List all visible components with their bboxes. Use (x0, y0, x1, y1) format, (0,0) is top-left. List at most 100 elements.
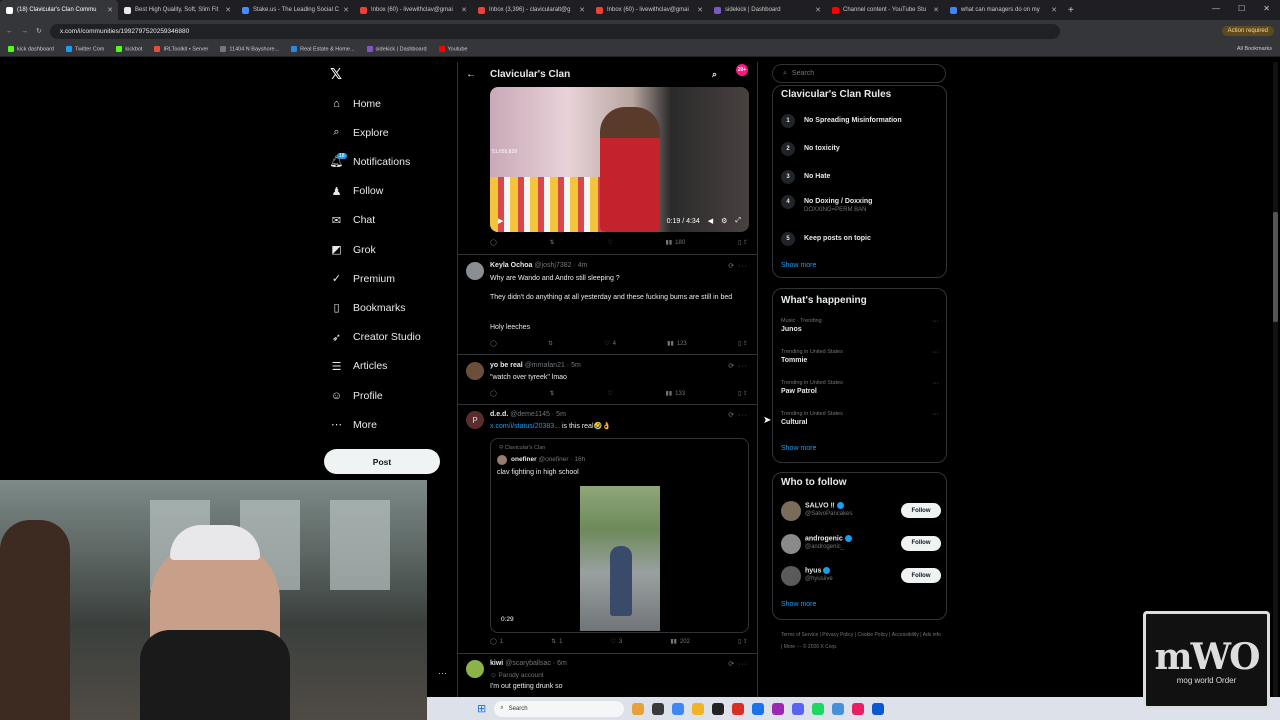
nav-item-grok[interactable]: ◩ Grok (330, 243, 375, 257)
url-field[interactable]: x.com/i/communities/1992797520259346880 (49, 23, 1060, 39)
bookmark-share-icons[interactable]: ▯ ⇪ (738, 390, 748, 397)
tab-close-icon[interactable]: ✕ (815, 6, 821, 14)
bookmark-item[interactable]: IRLToolkit • Server (154, 45, 208, 52)
nav-item-bookmarks[interactable]: ▯ Bookmarks (330, 301, 405, 315)
browser-tab[interactable]: sidekick | Dashboard ✕ (708, 0, 826, 20)
more-options-icon[interactable]: ⟳ ··· (728, 362, 748, 370)
browser-tab[interactable]: Best High Quality, Soft, Slim Fit ✕ (118, 0, 236, 20)
bookmark-item[interactable]: kickbot (116, 45, 142, 52)
app-icon[interactable] (872, 702, 885, 715)
reply-icon[interactable]: ◯ (490, 340, 497, 347)
app-icon[interactable] (732, 702, 745, 715)
x-logo-icon[interactable]: 𝕏 (330, 65, 342, 83)
bookmark-item[interactable]: sidekick | Dashboard (366, 45, 427, 52)
follow-button[interactable]: Follow (901, 535, 941, 551)
tweet[interactable]: Keyla Ochoa @joshj7382 · 4m ⟳ ··· Why are… (466, 262, 752, 352)
post-button[interactable]: Post (324, 449, 440, 474)
bookmark-item[interactable]: 11404 N Bayshore... (220, 45, 279, 52)
tweet[interactable]: P d.e.d. @deme1145 · 5m ⟳ ··· x.com/i/sta… (466, 411, 752, 435)
reply-icon[interactable]: ◯ (490, 239, 497, 246)
nav-item-explore[interactable]: ⌕ Explore (330, 126, 388, 139)
nav-item-articles[interactable]: ☰ Articles (330, 360, 388, 373)
more-options-icon[interactable]: ⟳ ··· (728, 660, 748, 668)
like-icon[interactable]: ♡ (607, 390, 612, 397)
reply-icon[interactable]: ◯ 1 (490, 638, 503, 646)
trend-item[interactable]: Trending in United States Cultural ··· (781, 411, 941, 426)
more-options-icon[interactable]: ··· (932, 380, 939, 387)
search-input[interactable]: ⌕ Search (772, 64, 946, 83)
like-icon[interactable]: ♡ 3 (611, 638, 623, 646)
more-options-icon[interactable]: ··· (932, 411, 939, 418)
trend-item[interactable]: Trending in United States Tommie ··· (781, 349, 941, 364)
tweet-link[interactable]: x.com/i/status/20383... (490, 423, 560, 430)
follow-button[interactable]: Follow (901, 503, 941, 518)
chrome-icon[interactable] (672, 702, 685, 715)
app-icon[interactable] (852, 702, 865, 715)
minimize-icon[interactable]: — (1212, 4, 1220, 13)
nav-item-premium[interactable]: ✓ Premium (330, 272, 395, 286)
folder-icon[interactable] (692, 702, 705, 715)
rule-item[interactable]: 2 No toxicity (781, 142, 840, 156)
reply-icon[interactable]: ◯ (490, 390, 497, 397)
reload-icon[interactable]: ↻ (36, 27, 42, 35)
nav-item-creator-studio[interactable]: ➶ Creator Studio (330, 331, 421, 344)
window-controls[interactable]: — ☐ ✕ (1212, 4, 1270, 13)
task-view-icon[interactable] (632, 702, 645, 715)
more-options-icon[interactable]: ⟳ ··· (728, 411, 748, 419)
more-options-icon[interactable]: ⟳ ··· (728, 262, 748, 270)
browser-tab[interactable]: Inbox (3,396) - clavicularalt@g ✕ (472, 0, 590, 20)
follow-suggestion[interactable]: androgenic @androgenic_ Follow (781, 533, 941, 556)
action-required-badge[interactable]: Action required (1221, 26, 1274, 36)
back-icon[interactable]: ← (6, 28, 13, 35)
nav-item-more[interactable]: ⋯ More (330, 418, 377, 432)
tab-close-icon[interactable]: ✕ (461, 6, 467, 14)
quote-video[interactable] (580, 486, 660, 631)
bookmark-share-icons[interactable]: ▯ ⇪ (738, 239, 748, 246)
nav-item-chat[interactable]: ✉ Chat (330, 214, 375, 227)
repost-icon[interactable]: ⇅ (548, 340, 553, 347)
follow-suggestion[interactable]: hyus @hyusiive Follow (781, 566, 941, 588)
repost-icon[interactable]: ⇅ (550, 239, 555, 246)
taskbar-search[interactable]: ⌕ Search (494, 700, 625, 717)
trends-show-more-link[interactable]: Show more (781, 445, 816, 452)
app-icon[interactable] (832, 702, 845, 715)
back-arrow-icon[interactable]: ← (466, 69, 476, 80)
more-dots-icon[interactable]: ··· (438, 668, 447, 678)
more-options-icon[interactable]: ··· (932, 349, 939, 356)
settings-icon[interactable]: ⚙ (721, 217, 727, 225)
tweet[interactable]: kiwi @scaryballsac · 6m ⟳ ··· ☺ Parody ac… (466, 660, 752, 696)
maximize-icon[interactable]: ☐ (1238, 4, 1245, 13)
bookmark-share-icons[interactable]: ▯ ⇪ (738, 638, 748, 645)
tab-close-icon[interactable]: ✕ (579, 6, 585, 14)
fullscreen-icon[interactable]: ⤢ (735, 217, 741, 225)
discord-icon[interactable] (792, 702, 805, 715)
tab-close-icon[interactable]: ✕ (933, 6, 939, 14)
more-options-icon[interactable]: ··· (932, 318, 939, 325)
play-icon[interactable]: ▶ (498, 217, 503, 225)
rule-item[interactable]: 5 Keep posts on topic (781, 232, 871, 246)
browser-tab[interactable]: (18) Clavicular's Clan Commu ✕ (0, 0, 118, 20)
rule-item[interactable]: 4 No Doxing / Doxxing DOXXING=PERM BAN (781, 195, 872, 213)
video-player[interactable]: 51,659,829 ▶ 0:19 / 4:34 ◀ ⚙ ⤢ (490, 87, 749, 232)
windows-start-icon[interactable]: ⊞ (477, 702, 486, 715)
follow-suggestion[interactable]: SALVO ‼ @SalvoPancakes Follow (781, 501, 941, 523)
bookmark-share-icons[interactable]: ▯ ⇪ (738, 340, 748, 347)
like-icon[interactable]: ♡ 4 (604, 340, 616, 348)
tab-close-icon[interactable]: ✕ (697, 6, 703, 14)
tab-close-icon[interactable]: ✕ (107, 6, 113, 14)
bookmark-item[interactable]: kick dashboard (8, 45, 54, 52)
scrollbar[interactable] (1273, 62, 1278, 697)
nav-item-home[interactable]: ⌂ Home (330, 97, 381, 110)
forward-icon[interactable]: → (21, 28, 28, 35)
rule-item[interactable]: 3 No Hate (781, 170, 830, 184)
spotify-icon[interactable] (812, 702, 825, 715)
tab-close-icon[interactable]: ✕ (225, 6, 231, 14)
trend-item[interactable]: Trending in United States Paw Patrol ··· (781, 380, 941, 395)
volume-icon[interactable]: ◀ (708, 217, 713, 225)
close-window-icon[interactable]: ✕ (1263, 4, 1270, 13)
follow-show-more-link[interactable]: Show more (781, 601, 816, 608)
app-icon[interactable] (712, 702, 725, 715)
rule-item[interactable]: 1 No Spreading Misinformation (781, 114, 902, 128)
browser-tab[interactable]: Channel content - YouTube Stu ✕ (826, 0, 944, 20)
footer-links[interactable]: Terms of Service | Privacy Policy | Cook… (781, 629, 941, 653)
